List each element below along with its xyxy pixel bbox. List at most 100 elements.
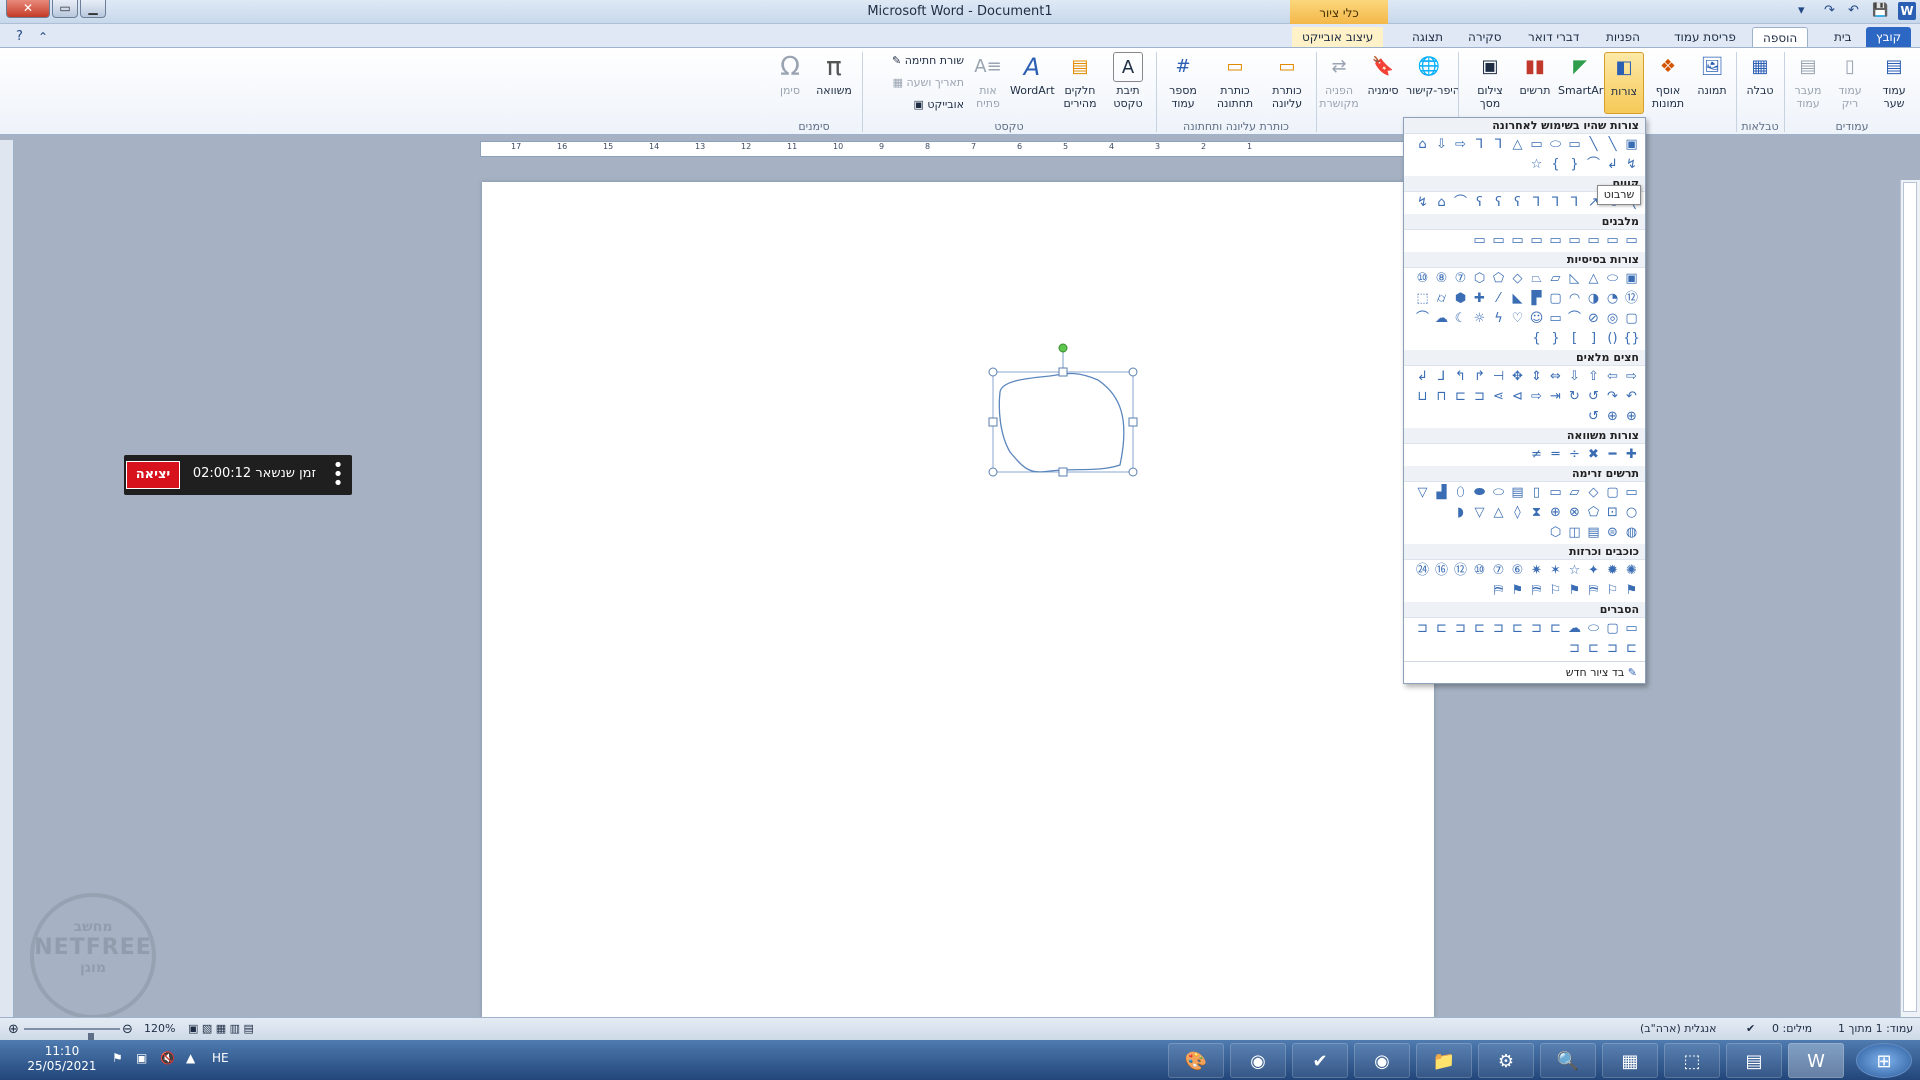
hyperlink-button[interactable]: 🌐 היפר-קישור	[1406, 52, 1460, 97]
zoom-level[interactable]: 120%	[144, 1022, 175, 1035]
resize-handle[interactable]	[988, 417, 998, 427]
header-button[interactable]: ▭ כותרת עליונה	[1262, 52, 1312, 110]
left-scrollbar[interactable]	[0, 140, 14, 1018]
flowchart-row[interactable]: ◍⊜▤◫⬡	[1406, 524, 1641, 542]
picture-button[interactable]: 🖼 תמונה	[1692, 52, 1732, 97]
customize-qat-icon[interactable]: ▾	[1798, 3, 1805, 18]
page-count[interactable]: עמוד: 1 מתוך 1	[1838, 1022, 1913, 1035]
flowchart-row[interactable]: ▭▢◇▱▭▯▤⬭⬬⬯▟▽	[1406, 484, 1641, 502]
block-arrows-row[interactable]: ↶↷↺↻⇥⇨⊳⋗⊏⊐⊓⊔	[1406, 388, 1641, 406]
wordart-button[interactable]: A WordArt	[1010, 52, 1055, 97]
network-icon[interactable]: ▣	[136, 1051, 147, 1065]
date-time-button[interactable]: תאריך ושעה ▦	[866, 76, 964, 89]
bookmark-button[interactable]: 🔖 סימניה	[1364, 52, 1402, 97]
chart-button[interactable]: ▮▮ תרשים	[1514, 52, 1556, 97]
clip-art-button[interactable]: ❖ אוסף תמונות	[1646, 52, 1690, 110]
cross-reference-button[interactable]: ⇄ הפניה מקושרת	[1316, 52, 1362, 110]
word-count[interactable]: מילים: 0	[1772, 1022, 1812, 1035]
proofing-icon[interactable]: ✔	[1746, 1022, 1755, 1035]
freeform-shape[interactable]	[980, 340, 1140, 490]
page-number-button[interactable]: # מספר עמוד	[1160, 52, 1206, 110]
cover-page-button[interactable]: ▤ עמוד שער	[1872, 52, 1916, 110]
tab-page-layout[interactable]: פריסת עמוד	[1664, 27, 1746, 48]
object-button[interactable]: אובייקט ▣	[866, 98, 964, 111]
volume-muted-icon[interactable]: 🔇	[160, 1051, 175, 1065]
resize-handle[interactable]	[1058, 467, 1068, 477]
resize-handle[interactable]	[1128, 467, 1138, 477]
footer-button[interactable]: ▭ כותרת תחתונה	[1210, 52, 1260, 110]
chrome-icon[interactable]: ◉	[1230, 1043, 1286, 1078]
start-button[interactable]: ⊞	[1856, 1043, 1912, 1078]
equation-button[interactable]: π משוואה	[812, 52, 856, 97]
horizontal-ruler[interactable]: 17 16 15 14 13 12 11 10 9 8 7 6 5 4 3 2 1	[480, 141, 1430, 157]
basic-shapes-row[interactable]: ▢◎⊘⌒▭☺♡ϟ☼☾☁⌒	[1406, 310, 1641, 328]
tab-insert[interactable]: הוספה	[1752, 27, 1809, 48]
resize-handle[interactable]	[1128, 367, 1138, 377]
tray-expand-icon[interactable]: ▲	[186, 1051, 195, 1065]
basic-shapes-row[interactable]: {}()[]{}	[1406, 330, 1641, 348]
explorer-icon[interactable]: 📁	[1416, 1043, 1472, 1078]
zoom-slider[interactable]	[24, 1028, 120, 1045]
exit-button[interactable]: יציאה	[126, 461, 180, 489]
save-icon[interactable]: 💾	[1872, 3, 1888, 18]
tab-format[interactable]: עיצוב אובייקט	[1292, 27, 1384, 48]
minimize-ribbon-icon[interactable]: ⌃	[28, 27, 58, 48]
block-arrows-row[interactable]: ⇨⇦⇧⇩⇔⇕✥⊢↱↰⅃↲	[1406, 368, 1641, 386]
calculator-icon[interactable]: ▤	[1726, 1043, 1782, 1078]
block-arrows-row[interactable]: ⊕⊕↺	[1406, 408, 1641, 426]
language-bar[interactable]: HE	[212, 1051, 229, 1065]
signature-line-button[interactable]: שורת חתימה ✎	[866, 54, 964, 67]
recent-shapes-row[interactable]: ↯↲⌒{}☆	[1406, 156, 1641, 174]
resize-handle[interactable]	[1128, 417, 1138, 427]
callouts-row[interactable]: ▭▢⬭☁⊐⊏⊐⊏⊐⊏⊐⊏	[1406, 620, 1641, 638]
tab-view[interactable]: תצוגה	[1402, 27, 1453, 48]
banners-row[interactable]: ⚑⚐⛿⚑⚐⛿⚑⛿	[1406, 582, 1641, 600]
tab-file[interactable]: קובץ	[1866, 27, 1912, 48]
clock[interactable]: 11:10 25/05/2021	[22, 1044, 102, 1074]
tab-home[interactable]: בית	[1824, 27, 1862, 48]
search-app-icon[interactable]: 🔍	[1540, 1043, 1596, 1078]
media-icon[interactable]: ⚙	[1478, 1043, 1534, 1078]
tab-mailings[interactable]: דברי דואר	[1518, 27, 1589, 48]
symbol-button[interactable]: Ω סימן	[772, 52, 808, 97]
new-canvas-item[interactable]: ✎ בד ציור חדש	[1404, 661, 1645, 683]
callouts-row[interactable]: ⊐⊏⊐⊏	[1406, 640, 1641, 658]
menu-dots-icon[interactable]: • • •	[330, 457, 346, 493]
undo-icon[interactable]: ↶	[1848, 3, 1859, 18]
tasks-app-icon[interactable]: ✔	[1292, 1043, 1348, 1078]
rectangles-row[interactable]: ▭▭▭▭▭▭▭▭▭	[1406, 232, 1641, 250]
language-indicator[interactable]: אנגלית (ארה"ב)	[1640, 1022, 1716, 1035]
tab-references[interactable]: הפניות	[1596, 27, 1650, 48]
quick-parts-button[interactable]: ▤ חלקים מהירים	[1058, 52, 1102, 110]
basic-shapes-row[interactable]: ⑫◔◑◠▢▛◣⁄✚⬢⌭⬚	[1406, 290, 1641, 308]
smartart-button[interactable]: ◤ SmartArt	[1558, 52, 1608, 97]
table-button[interactable]: ▦ טבלה	[1740, 52, 1780, 97]
shapes-button[interactable]: ◧ צורות	[1604, 52, 1644, 114]
page-break-button[interactable]: ▤ מעבר עמוד	[1788, 52, 1828, 110]
pdf-icon[interactable]: ⬚	[1664, 1043, 1720, 1078]
resize-handle[interactable]	[1058, 367, 1068, 377]
equation-shapes-row[interactable]: ✚━✖÷═≠	[1406, 446, 1641, 464]
screenshot-button[interactable]: ▣ צילום מסך	[1468, 52, 1512, 110]
resize-handle[interactable]	[988, 367, 998, 377]
zoom-in-icon[interactable]: ⊕	[8, 1022, 19, 1037]
view-buttons[interactable]: ▤ ▥ ▦ ▧ ▣	[188, 1022, 254, 1035]
resize-handle[interactable]	[988, 467, 998, 477]
text-box-button[interactable]: A תיבת טקסט	[1106, 52, 1150, 110]
freeform-path[interactable]	[998, 372, 1125, 473]
zoom-out-icon[interactable]: ⊖	[122, 1022, 133, 1037]
document-page[interactable]	[482, 182, 1434, 1017]
chrome-icon[interactable]: ◉	[1354, 1043, 1410, 1078]
tab-review[interactable]: סקירה	[1458, 27, 1512, 48]
flag-icon[interactable]: ⚑	[112, 1051, 123, 1065]
paint-app-icon[interactable]: 🎨	[1168, 1043, 1224, 1078]
word-taskbar-icon[interactable]: W	[1788, 1043, 1844, 1078]
excel-icon[interactable]: ▦	[1602, 1043, 1658, 1078]
basic-shapes-row[interactable]: ▣⬭△◺▱⏢◇⬠⬡⑦⑧⑩	[1406, 270, 1641, 288]
flowchart-row[interactable]: ○⊡⬠⊗⊕⧗◊△▽◗	[1406, 504, 1641, 522]
blank-page-button[interactable]: ▯ עמוד ריק	[1830, 52, 1870, 110]
stars-row[interactable]: ✺✹✦☆✶✷⑥⑦⑩⑫⑯㉔	[1406, 562, 1641, 580]
recent-shapes-row[interactable]: ▣╲╲▭⬭▭△⅂⅂⇨⇩⌂	[1406, 136, 1641, 154]
rotation-handle[interactable]	[1058, 343, 1068, 353]
vertical-ruler[interactable]	[1903, 182, 1917, 1012]
